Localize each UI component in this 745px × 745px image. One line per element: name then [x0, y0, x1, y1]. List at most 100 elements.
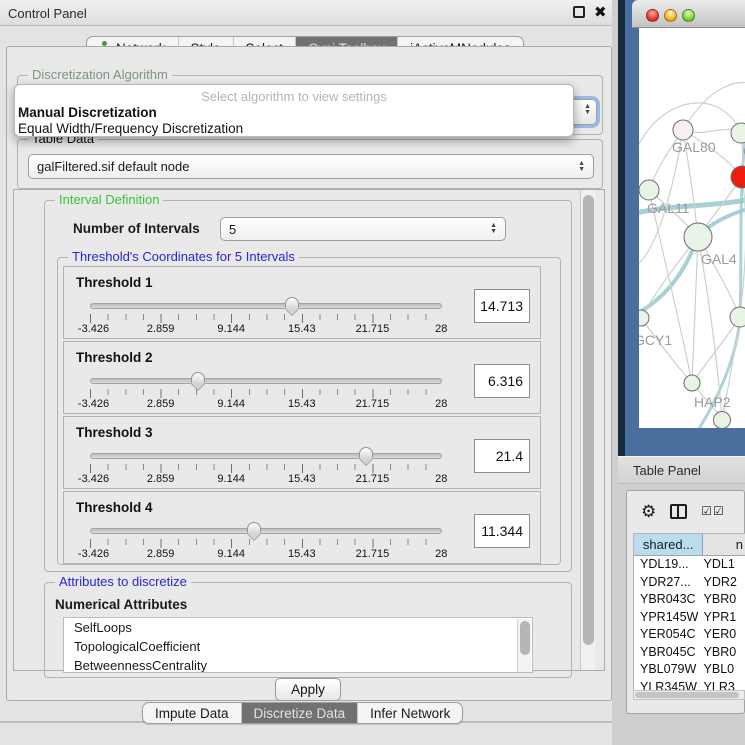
threshold-3-box: Threshold 3 -3.4262.8599.14415.4321.7152…	[63, 416, 541, 489]
tab-impute-data-label: Impute Data	[155, 706, 229, 721]
list-item[interactable]: BetweennessCentrality	[64, 656, 532, 673]
threshold-2-value-field[interactable]: 6.316	[474, 364, 530, 398]
split-columns-icon[interactable]	[670, 504, 687, 519]
list-scrollbar[interactable]	[517, 619, 531, 673]
tab-infer-network[interactable]: Infer Network	[358, 703, 462, 723]
attributes-group-title: Attributes to discretize	[55, 574, 191, 589]
slider-thumb[interactable]	[359, 447, 373, 458]
table-data-combo[interactable]: galFiltered.sif default node ▲▼	[28, 154, 594, 179]
scrollbar-thumb[interactable]	[520, 621, 530, 655]
threshold-4-box: Threshold 4 -3.4262.8599.14415.4321.7152…	[63, 491, 541, 564]
table-panel-header: Table Panel	[618, 456, 745, 484]
threshold-1-label: Threshold 1	[76, 275, 153, 290]
threshold-2-label: Threshold 2	[76, 350, 153, 365]
table-panel-window: ⚙ ☑ ☑ shared... n YDL19...YDL1 YDR27...Y…	[626, 490, 745, 714]
table-row[interactable]: YBR045CYBR0	[634, 644, 745, 662]
node-clipped-top-right[interactable]	[731, 123, 745, 143]
stepper-arrows-icon: ▲▼	[490, 223, 497, 235]
node-gal4[interactable]	[684, 223, 712, 251]
node-table[interactable]: shared... n YDL19...YDL1 YDR27...YDR2 YB…	[633, 533, 745, 699]
table-horizontal-scrollbar[interactable]	[633, 690, 745, 700]
node-h[interactable]	[730, 307, 745, 327]
tab-discretize-data-label: Discretize Data	[254, 706, 346, 721]
node-gcy1[interactable]	[639, 310, 649, 326]
network-view-window: GAL80 GA C GAL11 GAL4 GCY1 H HAP2	[618, 0, 745, 456]
node-selected-red[interactable]	[731, 166, 745, 188]
table-row[interactable]: YDL19...YDL1	[634, 556, 745, 574]
network-graph: GAL80 GA C GAL11 GAL4 GCY1 H HAP2	[639, 28, 745, 428]
table-row[interactable]: YER054CYER0	[634, 626, 745, 644]
thresholds-group: Threshold's Coordinates for 5 Intervals …	[57, 257, 561, 565]
node-label-gal11: GAL11	[647, 200, 690, 216]
gear-icon[interactable]: ⚙	[641, 503, 656, 520]
slider-ticks	[90, 389, 443, 395]
slider-tick-labels: -3.4262.8599.14415.4321.71528	[90, 323, 443, 335]
node-gal80[interactable]	[673, 120, 693, 140]
apply-button[interactable]: Apply	[275, 678, 341, 701]
table-data-combo-value: galFiltered.sif default node	[37, 159, 189, 174]
float-window-icon[interactable]	[573, 6, 585, 18]
network-window-titlebar[interactable]	[632, 0, 745, 28]
checked-checkbox-icon[interactable]: ☑	[713, 504, 724, 518]
network-canvas[interactable]: GAL80 GA C GAL11 GAL4 GCY1 H HAP2	[639, 28, 745, 428]
number-of-intervals-value: 5	[229, 222, 236, 237]
numerical-attributes-label: Numerical Attributes	[55, 597, 187, 612]
control-panel: Control Panel ✖ Network Style Select Cyn…	[0, 0, 620, 745]
threshold-1-slider[interactable]	[90, 303, 442, 309]
mac-zoom-icon[interactable]	[682, 9, 695, 22]
slider-thumb[interactable]	[247, 522, 261, 533]
numerical-attributes-list[interactable]: SelfLoops TopologicalCoefficient Between…	[63, 617, 533, 673]
algorithm-option-equal-width[interactable]: Equal Width/Frequency Discretization	[15, 121, 573, 137]
threshold-3-value-field[interactable]: 21.4	[474, 439, 530, 473]
threshold-2-box: Threshold 2 -3.4262.8599.14415.4321.7152…	[63, 341, 541, 414]
interval-definition-group: Interval Definition Number of Intervals …	[44, 200, 572, 572]
slider-tick-labels: -3.4262.8599.14415.4321.71528	[90, 473, 443, 485]
cyni-toolbox-panel: Discretization Algorithm ▲▼ Table Data g…	[6, 46, 612, 701]
list-item[interactable]: TopologicalCoefficient	[64, 637, 532, 656]
threshold-3-slider[interactable]	[90, 453, 442, 459]
slider-tick-labels: -3.4262.8599.14415.4321.71528	[90, 398, 443, 410]
tab-discretize-data[interactable]: Discretize Data	[242, 703, 359, 723]
settings-scrollbar[interactable]	[580, 190, 595, 670]
number-of-intervals-combo[interactable]: 5 ▲▼	[220, 217, 506, 241]
stepper-arrows-icon: ▲▼	[584, 104, 591, 116]
algorithm-dropdown-popup: Select algorithm to view settings Manual…	[14, 84, 574, 137]
column-header-name[interactable]: n	[703, 534, 745, 555]
node-clipped-bottom[interactable]	[714, 412, 731, 429]
table-panel-toolbar: ⚙ ☑ ☑	[627, 491, 745, 531]
table-row[interactable]: YPR145WYPR1	[634, 609, 745, 627]
close-icon[interactable]: ✖	[594, 3, 607, 21]
table-data-group: Table Data galFiltered.sif default node …	[17, 139, 603, 189]
bottom-tab-bar: Impute Data Discretize Data Infer Networ…	[142, 702, 463, 724]
node-hap2[interactable]	[684, 375, 700, 391]
table-row[interactable]: YDR27...YDR2	[634, 574, 745, 592]
control-panel-titlebar: Control Panel ✖	[0, 0, 620, 26]
table-row[interactable]: YBR043CYBR0	[634, 591, 745, 609]
checked-checkbox-icon[interactable]: ☑	[701, 504, 712, 518]
slider-thumb[interactable]	[191, 372, 205, 383]
checkbox-group: ☑ ☑	[701, 504, 724, 518]
node-gal11[interactable]	[639, 180, 659, 200]
tab-impute-data[interactable]: Impute Data	[143, 703, 242, 723]
mac-close-icon[interactable]	[646, 9, 659, 22]
list-item[interactable]: SelfLoops	[64, 618, 532, 637]
scrollbar-thumb[interactable]	[583, 195, 594, 645]
scrollbar-thumb[interactable]	[635, 692, 739, 698]
node-label-hap2: HAP2	[694, 394, 731, 410]
slider-thumb[interactable]	[285, 297, 299, 308]
threshold-2-slider[interactable]	[90, 378, 442, 384]
stepper-arrows-icon: ▲▼	[578, 161, 585, 173]
threshold-4-value-field[interactable]: 11.344	[474, 514, 530, 548]
column-header-shared-name[interactable]: shared...	[634, 534, 703, 555]
threshold-1-value-field[interactable]: 14.713	[474, 289, 530, 323]
slider-ticks	[90, 314, 443, 320]
slider-ticks	[90, 464, 443, 470]
node-label-gal80: GAL80	[672, 139, 716, 155]
algorithm-option-manual[interactable]: Manual Discretization	[15, 105, 573, 121]
node-label-gal4: GAL4	[701, 251, 737, 267]
slider-ticks	[90, 539, 443, 545]
threshold-4-label: Threshold 4	[76, 500, 153, 515]
threshold-4-slider[interactable]	[90, 528, 442, 534]
table-row[interactable]: YBL079WYBL0	[634, 661, 745, 679]
mac-minimize-icon[interactable]	[664, 9, 677, 22]
